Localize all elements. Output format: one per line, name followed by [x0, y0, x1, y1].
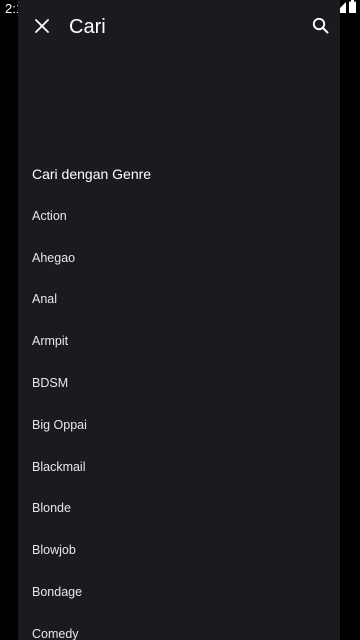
battery-icon: [349, 0, 356, 18]
genre-item-anal[interactable]: Anal: [18, 279, 340, 321]
genre-item-comedy[interactable]: Comedy: [18, 613, 340, 640]
close-button[interactable]: [30, 16, 54, 40]
close-icon: [35, 18, 49, 38]
genre-item-action[interactable]: Action: [18, 195, 340, 237]
genre-list: Action Ahegao Anal Armpit BDSM Big Oppai…: [18, 195, 340, 640]
search-button[interactable]: [308, 16, 332, 40]
genre-item-blowjob[interactable]: Blowjob: [18, 529, 340, 571]
genre-item-blackmail[interactable]: Blackmail: [18, 446, 340, 488]
genre-item-ahegao[interactable]: Ahegao: [18, 237, 340, 279]
screen: 2:11: [0, 0, 360, 640]
genre-item-bdsm[interactable]: BDSM: [18, 362, 340, 404]
page-title: Cari: [69, 16, 106, 38]
genre-item-bondage[interactable]: Bondage: [18, 571, 340, 613]
genre-item-armpit[interactable]: Armpit: [18, 320, 340, 362]
app-bar: Cari: [18, 0, 340, 56]
genre-item-blonde[interactable]: Blonde: [18, 488, 340, 530]
genre-section-title: Cari dengan Genre: [32, 166, 152, 182]
search-icon: [312, 17, 329, 39]
genre-item-big-oppai[interactable]: Big Oppai: [18, 404, 340, 446]
